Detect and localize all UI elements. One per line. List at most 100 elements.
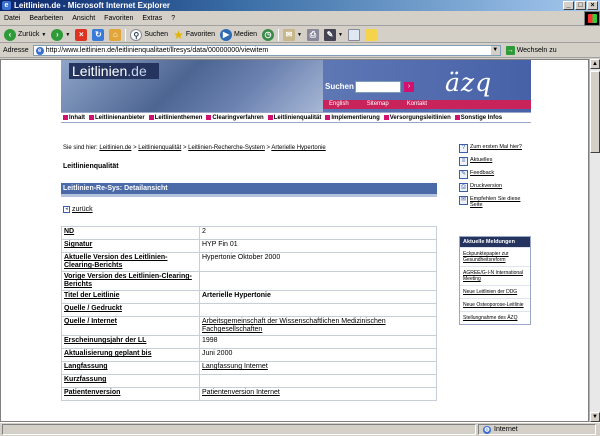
scrollbar-thumb[interactable] [590, 71, 600, 153]
home-icon: ⌂ [109, 28, 122, 41]
menu-bearbeiten[interactable]: Bearbeiten [29, 11, 63, 25]
sidebar-item-aktuelles[interactable]: ≡ Aktuelles [459, 157, 531, 166]
news-box: Aktuelle Meldungen Eckpunktepapier zur G… [459, 236, 531, 325]
menu-ansicht[interactable]: Ansicht [72, 11, 95, 25]
news-item[interactable]: Stellungnahme des ÄZQ [460, 311, 530, 324]
nav-implementierung[interactable]: Implementierung [325, 115, 380, 121]
row-key[interactable]: Quelle / Internet [61, 316, 200, 336]
media-button[interactable]: ▶ Medien [219, 28, 258, 42]
messenger-button[interactable] [364, 28, 378, 42]
breadcrumb-item[interactable]: Leitlinien-Recherche-System [188, 145, 265, 151]
table-row: Quelle / Internet Arbeitsgemeinschaft der… [61, 316, 437, 336]
search-button[interactable]: ⚲ Suchen [129, 28, 169, 42]
menu-extras[interactable]: Extras [142, 11, 162, 25]
print-icon: ⎙ [306, 28, 319, 41]
news-item[interactable]: Eckpunktepapier zur Gesundheitsreform [460, 247, 530, 266]
main-navigation: Inhalt Leitlinienanbieter Leitlinienthem… [61, 112, 531, 123]
sidebar-item-first-visit[interactable]: ? Zum ersten Mal hier? [459, 144, 531, 153]
bullet-icon [383, 115, 389, 120]
nav-label: Versorgungsleitlinien [389, 114, 451, 121]
row-value-link[interactable]: Langfassung Internet [199, 361, 437, 375]
search-label: Suchen [325, 82, 354, 91]
bullet-icon [206, 115, 212, 120]
nav-leitlinienqualitaet[interactable]: Leitlinienqualität [267, 115, 321, 121]
row-key[interactable]: Quelle / Gedruckt [61, 303, 200, 317]
nav-sonstige-infos[interactable]: Sonstige Infos [454, 114, 503, 121]
row-key[interactable]: Aktualisierung geplant bis [61, 348, 200, 362]
history-button[interactable]: ◷ [261, 28, 275, 42]
address-input[interactable]: e http://www.leitlinien.de/leitlinienqua… [32, 45, 501, 56]
row-key[interactable]: ND [61, 226, 200, 240]
row-key[interactable]: Aktuelle Version des Leitlinien-Clearing… [61, 252, 200, 272]
site-logo[interactable]: Leitlinien.de [69, 63, 159, 79]
close-button[interactable]: × [587, 1, 598, 10]
nav-versorgungsleitlinien[interactable]: Versorgungsleitlinien [383, 114, 451, 121]
row-key[interactable]: Erscheinungsjahr der LL [61, 335, 200, 349]
news-item[interactable]: Neue Osteoporose-Leitlinie [460, 298, 530, 311]
nav-inhalt[interactable]: Inhalt [63, 115, 85, 121]
nav-label: Sonstige Infos [460, 114, 503, 121]
discuss-button[interactable] [347, 28, 361, 42]
history-icon: ◷ [261, 28, 274, 41]
section-divider [61, 194, 437, 197]
detail-table: ND 2 Signatur HYP Fin 01 Aktuelle Version … [61, 226, 437, 401]
row-key[interactable]: Vorige Version des Leitlinien-Clearing-B… [61, 271, 200, 291]
vertical-scrollbar[interactable]: ▲ ▼ [589, 59, 600, 422]
news-item[interactable]: AGREE/G-I-N International Meeting [460, 266, 530, 285]
ie-icon: e [2, 1, 11, 10]
scroll-up-icon[interactable]: ▲ [590, 59, 600, 69]
back-link[interactable]: ◂ zurück [63, 206, 93, 213]
row-key[interactable]: Titel der Leitlinie [61, 290, 200, 304]
scroll-down-icon[interactable]: ▼ [590, 412, 600, 422]
site-search-go-button[interactable]: › [404, 82, 414, 92]
breadcrumb-item[interactable]: Arterielle Hypertonie [271, 145, 325, 151]
sidebar-item-empfehlen[interactable]: ✉ Empfehlen Sie diese Seite [459, 196, 531, 208]
nav-leitlinienanbieter[interactable]: Leitlinienanbieter [89, 115, 145, 121]
table-row: Quelle / Gedruckt [61, 303, 437, 317]
home-button[interactable]: ⌂ [108, 28, 122, 42]
minimize-button[interactable]: _ [563, 1, 574, 10]
site-search-input[interactable] [355, 81, 401, 93]
stop-button[interactable]: × [74, 28, 88, 42]
menu-help[interactable]: ? [171, 11, 175, 25]
sidebar-item-druckversion[interactable]: ⎙ Druckversion [459, 183, 531, 192]
chevron-down-icon[interactable]: ▼ [490, 46, 500, 55]
row-value-link[interactable]: Arbeitsgemeinschaft der Wissenschaftlich… [199, 316, 437, 336]
row-key[interactable]: Kurzfassung [61, 374, 200, 388]
refresh-button[interactable]: ↻ [91, 28, 105, 42]
favorites-button[interactable]: ★ Favoriten [172, 28, 216, 42]
forward-button[interactable]: › ▼ [50, 28, 71, 42]
link-kontakt[interactable]: Kontakt [407, 100, 427, 109]
search-icon: ⚲ [130, 28, 143, 41]
go-button-label: Wechseln zu [516, 47, 557, 54]
breadcrumb-sep: > [133, 145, 137, 151]
nav-clearingverfahren[interactable]: Clearingverfahren [206, 114, 264, 121]
menu-datei[interactable]: Datei [4, 11, 20, 25]
nav-label: Clearingverfahren [212, 114, 264, 121]
zone-label: Internet [494, 426, 518, 433]
go-button[interactable]: → Wechseln zu [505, 46, 557, 55]
edit-button[interactable]: ✎ ▼ [323, 28, 344, 42]
link-sitemap[interactable]: Sitemap [367, 100, 389, 109]
sidebar-item-label: Druckversion [470, 183, 503, 189]
back-button[interactable]: ‹ Zurück ▼ [3, 28, 47, 42]
row-value-link[interactable]: Patientenversion Internet [199, 387, 437, 401]
menu-favoriten[interactable]: Favoriten [104, 11, 133, 25]
sidebar-item-feedback[interactable]: ✎ Feedback [459, 170, 531, 179]
mail-button[interactable]: ✉ ▼ [282, 28, 303, 42]
bullet-icon [63, 115, 68, 120]
row-key[interactable]: Signatur [61, 239, 200, 253]
row-key[interactable]: Langfassung [61, 361, 200, 375]
breadcrumb-item[interactable]: Leitlinienqualität [138, 145, 181, 151]
row-value: 2 [199, 226, 437, 240]
print-button[interactable]: ⎙ [306, 28, 320, 42]
link-english[interactable]: English [329, 100, 349, 109]
breadcrumb-item[interactable]: Leitlinien.de [99, 145, 131, 151]
nav-leitlinienthemen[interactable]: Leitlinienthemen [148, 115, 202, 121]
maximize-button[interactable]: □ [575, 1, 586, 10]
toolbar-separator [277, 28, 279, 41]
row-key[interactable]: Patientenversion [61, 387, 200, 401]
news-item[interactable]: Neue Leitlinien der DDG [460, 285, 530, 298]
back-arrow-icon: ‹ [4, 28, 16, 41]
row-value [199, 374, 437, 388]
